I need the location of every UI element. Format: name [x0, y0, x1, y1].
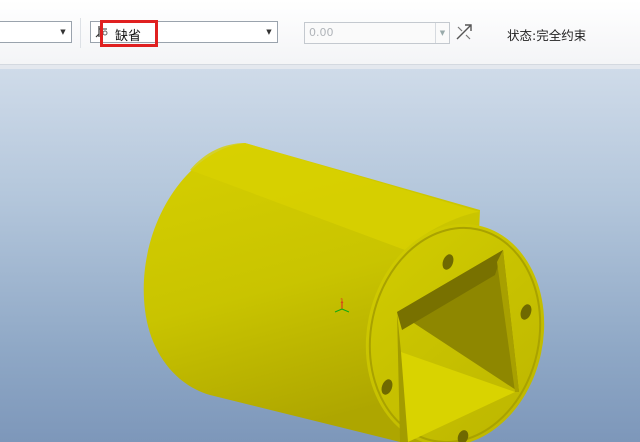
- cylinder-model[interactable]: 1: [0, 69, 640, 442]
- chevron-down-icon[interactable]: ▼: [264, 22, 274, 42]
- offset-value-combo[interactable]: 0.00 ▼: [304, 22, 450, 44]
- chevron-down-icon[interactable]: ▼: [435, 23, 449, 43]
- constraint-status: 状态:完全约束: [507, 25, 586, 44]
- chevron-down-icon[interactable]: ▼: [58, 22, 68, 42]
- status-label: 状态:: [507, 28, 537, 43]
- highlight-annotation: [100, 20, 158, 47]
- flip-icon[interactable]: [455, 23, 473, 41]
- assembly-dashboard-toolbar: ▼ 缺省 ▼ 0.00 ▼ 状态:完全约束: [0, 0, 640, 69]
- reference-combo[interactable]: ▼: [0, 21, 72, 43]
- toolbar-divider: [80, 18, 81, 48]
- svg-text:1: 1: [340, 298, 344, 305]
- offset-value: 0.00: [309, 26, 334, 39]
- status-value: 完全约束: [536, 28, 587, 43]
- 3d-graphics-viewport[interactable]: 1: [0, 69, 640, 442]
